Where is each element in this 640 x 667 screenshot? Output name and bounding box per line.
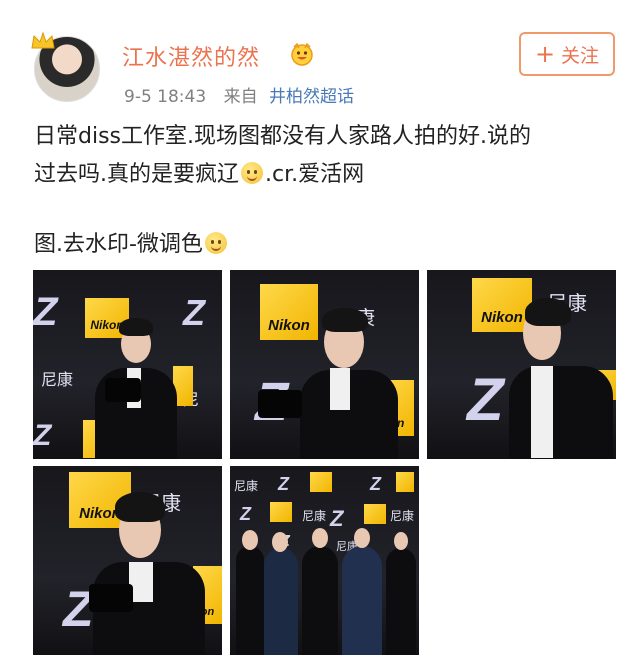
person-shirt xyxy=(531,366,553,458)
nikon-logo: Nikon xyxy=(260,284,318,340)
avatar[interactable] xyxy=(30,30,100,102)
nikon-logo xyxy=(396,472,414,492)
post-text-line-3-text: 图.去水印-微调色 xyxy=(34,232,203,257)
plus-icon: + xyxy=(534,40,556,68)
emoji-icon xyxy=(241,162,263,184)
nikon-logo xyxy=(364,504,386,524)
svg-text:Z: Z xyxy=(329,506,345,531)
photo-thumbnail[interactable]: Z 尼康 Z 尼 Z Nikon xyxy=(33,270,222,459)
svg-text:Z: Z xyxy=(369,474,382,494)
post-text-line-2: 过去吗.真的是要疯辽 .cr.爱活网 xyxy=(34,158,624,192)
source-link[interactable]: 井柏然超话 xyxy=(269,87,354,107)
person-suit xyxy=(342,546,382,655)
person-hair xyxy=(119,318,153,336)
emoji-icon xyxy=(204,232,227,254)
person-head xyxy=(394,532,408,550)
svg-text:Z: Z xyxy=(239,504,252,524)
post-meta: 9-5 18:43 来自 井柏然超话 xyxy=(124,82,354,107)
photo-thumbnail[interactable]: 尼康 Z Nikon on xyxy=(33,466,222,655)
source-prefix: 来自 xyxy=(223,87,258,107)
post-text-line-1: 日常diss工作室.现场图都没有人家路人拍的好.说的 xyxy=(34,124,531,149)
person-shirt xyxy=(330,368,350,410)
svg-text:尼康: 尼康 xyxy=(41,370,73,389)
person-hair xyxy=(525,298,571,326)
nikon-logo xyxy=(310,472,332,492)
person-head xyxy=(354,528,370,548)
photo-thumbnail[interactable]: 尼康 Z Nikon on xyxy=(230,270,419,459)
svg-text:尼康: 尼康 xyxy=(302,508,326,523)
post-text-line-3: 图.去水印-微调色 xyxy=(34,228,624,262)
svg-text:Z: Z xyxy=(33,290,59,334)
photo-thumbnail[interactable]: 尼康 Z Z Z 尼康 Z 尼康 Z 尼康 xyxy=(230,466,419,655)
svg-text:Z: Z xyxy=(277,474,290,494)
crown-icon xyxy=(31,31,55,49)
svg-text:Z: Z xyxy=(182,292,207,333)
camera xyxy=(258,390,302,418)
svg-text:Z: Z xyxy=(33,419,53,452)
follow-button[interactable]: + 关注 xyxy=(519,32,615,76)
follow-label: 关注 xyxy=(561,44,600,67)
post-text-line-2b: .cr.爱活网 xyxy=(265,162,365,187)
person-suit xyxy=(386,548,416,655)
person-head xyxy=(272,532,288,552)
person-hair xyxy=(115,492,165,522)
member-badge-icon xyxy=(291,42,313,66)
post-time[interactable]: 9-5 18:43 xyxy=(124,87,206,107)
photo-thumbnail[interactable]: 尼康 Z Nikon xyxy=(427,270,616,459)
camera xyxy=(105,378,141,402)
person-suit xyxy=(302,546,338,655)
post-text-line-2a: 过去吗.真的是要疯辽 xyxy=(34,162,239,187)
person-hair xyxy=(322,308,368,332)
person-suit xyxy=(264,548,298,655)
person-suit xyxy=(509,366,613,459)
camera xyxy=(89,584,133,612)
svg-text:尼康: 尼康 xyxy=(390,508,414,523)
svg-text:尼康: 尼康 xyxy=(234,478,258,493)
person-suit xyxy=(236,546,264,655)
nikon-logo xyxy=(270,502,292,522)
weibo-post: 江水湛然的然 9-5 18:43 来自 井柏然超话 + 关注 日常diss工作室… xyxy=(0,0,640,667)
user-name[interactable]: 江水湛然的然 xyxy=(122,40,260,72)
person-head xyxy=(242,530,258,550)
svg-text:Z: Z xyxy=(465,366,506,433)
person-head xyxy=(312,528,328,548)
